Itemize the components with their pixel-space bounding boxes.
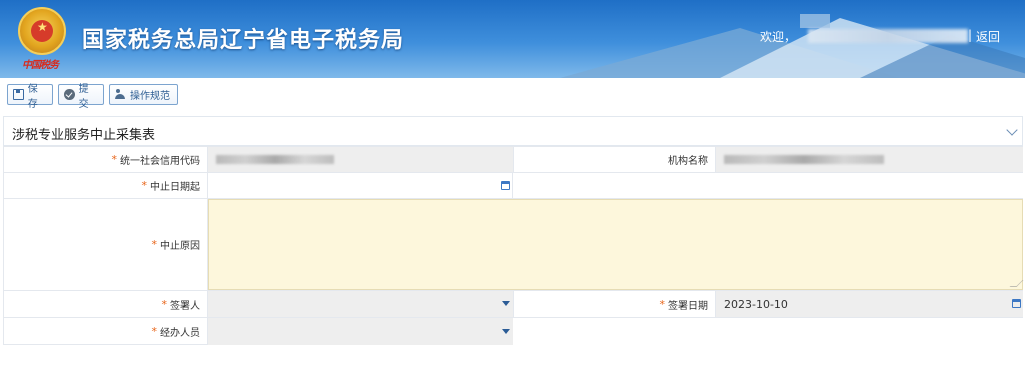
handler-select[interactable] [208, 318, 513, 345]
form-panel-header[interactable]: 涉税专业服务中止采集表 [3, 116, 1023, 146]
resize-handle-icon[interactable] [1009, 280, 1024, 287]
submit-button[interactable]: 提交 [58, 84, 104, 110]
check-circle-icon [64, 89, 75, 100]
signer-label: * 签署人 [3, 291, 208, 317]
stop-date-input[interactable] [208, 173, 513, 198]
welcome-text: 欢迎， [760, 30, 797, 44]
credit-code-label: * 统一社会信用代码 [3, 147, 208, 172]
required-mark: * [141, 179, 148, 192]
dropdown-arrow-icon[interactable] [502, 328, 510, 334]
form-title: 涉税专业服务中止采集表 [12, 128, 156, 143]
calendar-icon[interactable] [1012, 299, 1021, 308]
submit-button-label: 提交 [78, 83, 89, 110]
empty-cell [513, 173, 1023, 198]
guide-button-label: 操作规范 [130, 91, 170, 102]
org-name-redacted [724, 155, 884, 164]
required-mark: * [151, 324, 158, 338]
stop-reason-label: * 中止原因 [3, 199, 208, 290]
toolbar: 保存 提交 操作规范 [0, 84, 1025, 110]
required-mark: * [111, 153, 118, 166]
form-row: * 签署人 * 签署日期 2023-10-10 [3, 291, 1023, 318]
stop-reason-textarea[interactable] [208, 199, 1024, 290]
form-row: * 中止原因 [3, 199, 1024, 291]
dropdown-arrow-icon[interactable] [502, 301, 510, 306]
sign-date-input[interactable]: 2023-10-10 [716, 291, 1023, 317]
save-button-label: 保存 [27, 83, 38, 110]
user-name-redacted [808, 29, 968, 43]
form-row: * 经办人员 [3, 318, 1023, 345]
signer-select[interactable] [208, 291, 513, 317]
stop-date-label: * 中止日期起 [3, 173, 208, 198]
credit-code-field [208, 147, 513, 172]
back-link[interactable]: 返回 [976, 28, 1000, 45]
org-name-label: 机构名称 [513, 147, 716, 172]
users-icon [115, 89, 126, 100]
tax-emblem-logo: ★ [18, 7, 66, 55]
required-mark: * [659, 297, 666, 311]
header-banner: ★ 中国税务 国家税务总局辽宁省电子税务局 欢迎， | 返回 [0, 0, 1025, 78]
header-separator: | [968, 28, 973, 42]
save-button[interactable]: 保存 [7, 84, 53, 110]
calendar-icon[interactable] [501, 180, 510, 190]
site-title: 国家税务总局辽宁省电子税务局 [82, 28, 405, 53]
emblem-caption: 中国税务 [22, 60, 59, 71]
org-name-field [716, 147, 1023, 172]
guide-button[interactable]: 操作规范 [109, 84, 178, 105]
required-mark: * [151, 238, 158, 251]
form-row: * 统一社会信用代码 机构名称 [3, 146, 1023, 173]
sign-date-label: * 签署日期 [513, 291, 716, 317]
banner-great-wall [800, 14, 830, 28]
sign-date-value: 2023-10-10 [724, 297, 788, 311]
star-icon: ★ [37, 20, 48, 34]
required-mark: * [161, 297, 168, 311]
handler-label: * 经办人员 [3, 318, 208, 345]
credit-code-redacted [216, 155, 334, 164]
chevron-down-icon[interactable] [1006, 124, 1018, 136]
form-row: * 中止日期起 [3, 173, 1023, 199]
save-icon [13, 89, 24, 100]
